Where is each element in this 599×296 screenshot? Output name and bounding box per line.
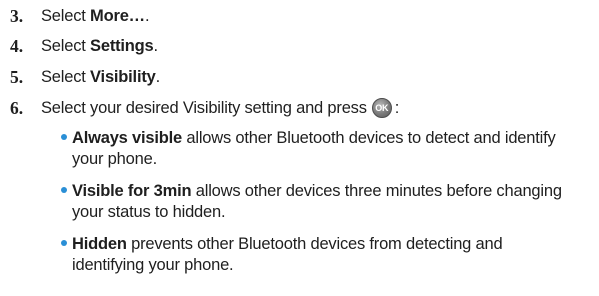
bullet-dot-icon (61, 187, 67, 193)
menu-option-visibility: Visibility (90, 68, 156, 86)
step-suffix: . (144, 7, 150, 25)
menu-option-settings: Settings (90, 37, 154, 55)
step-prefix: Select (41, 37, 91, 55)
bullet-always-visible: Always visible allows other Bluetooth de… (61, 128, 572, 170)
step-instruction: Select your desired Visibility setting a… (41, 99, 367, 117)
step-prefix: Select (41, 68, 91, 86)
bullet-visible-3min: Visible for 3min allows other devices th… (61, 181, 572, 223)
step-text: Select your desired Visibility setting a… (41, 97, 399, 120)
option-description-cont: your status to hidden. (72, 203, 226, 221)
step-text: Select More…. (41, 5, 150, 27)
bullet-dot-icon (61, 134, 67, 140)
step-number: 6. (10, 98, 24, 118)
step-number: 4. (10, 36, 24, 56)
option-description-cont: identifying your phone. (72, 256, 234, 274)
step-suffix: . (153, 37, 159, 55)
step-prefix: Select (41, 7, 91, 25)
option-term: Always visible (72, 129, 183, 147)
step-number: 3. (10, 6, 24, 26)
bullet-dot-icon (61, 240, 67, 246)
bullet-hidden: Hidden prevents other Bluetooth devices … (61, 234, 572, 276)
step-suffix: . (155, 68, 161, 86)
option-description: prevents other Bluetooth devices from de… (126, 235, 503, 253)
ok-button-icon: OK (371, 97, 392, 118)
step-text: Select Visibility. (41, 66, 160, 88)
step-number: 5. (10, 67, 24, 87)
option-term: Hidden (72, 235, 127, 253)
option-description: allows other devices three minutes befor… (191, 182, 562, 200)
option-description-cont: your phone. (72, 150, 157, 168)
manual-page: 3. Select More…. 4. Select Settings. 5. … (0, 0, 599, 296)
menu-option-more: More… (90, 7, 145, 25)
option-description: allows other Bluetooth devices to detect… (182, 129, 556, 147)
step-text: Select Settings. (41, 35, 158, 57)
step-suffix: : (394, 99, 400, 117)
option-term: Visible for 3min (72, 182, 192, 200)
